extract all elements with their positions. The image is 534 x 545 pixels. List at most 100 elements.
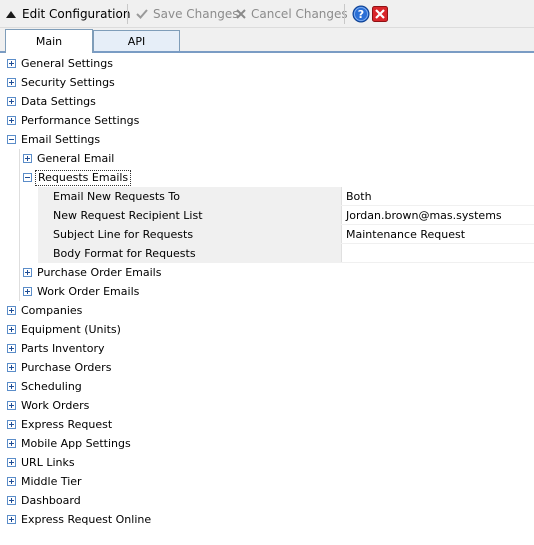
expand-icon[interactable] <box>23 154 32 163</box>
tree-item-purchase-order-emails[interactable]: Purchase Order Emails <box>23 263 161 282</box>
tree-item-purchase-orders[interactable]: Purchase Orders <box>7 358 111 377</box>
x-icon <box>236 9 246 19</box>
expand-icon[interactable] <box>7 78 16 87</box>
property-name: Subject Line for Requests <box>53 228 194 241</box>
expand-icon[interactable] <box>7 97 16 106</box>
tree-item-work-order-emails[interactable]: Work Order Emails <box>23 282 139 301</box>
collapse-icon[interactable] <box>7 135 16 144</box>
tree-item-mobile-app-settings[interactable]: Mobile App Settings <box>7 434 131 453</box>
expand-icon[interactable] <box>7 477 16 486</box>
tree-item-data-settings[interactable]: Data Settings <box>7 92 96 111</box>
tree-item-general-settings[interactable]: General Settings <box>7 54 113 73</box>
tree-item-express-request[interactable]: Express Request <box>7 415 112 434</box>
cancel-changes-button[interactable]: Cancel Changes <box>231 3 352 25</box>
tree-item-label: Email Settings <box>21 133 101 146</box>
tree-item-parts-inventory[interactable]: Parts Inventory <box>7 339 104 358</box>
tree-item-label: Work Order Emails <box>37 285 140 298</box>
tree-item-label: Equipment (Units) <box>21 323 121 336</box>
save-changes-button[interactable]: Save Changes <box>131 3 242 25</box>
property-value-cell[interactable]: Maintenance Request <box>343 225 534 243</box>
property-name: Email New Requests To <box>53 190 180 203</box>
tree-item-scheduling[interactable]: Scheduling <box>7 377 82 396</box>
expand-icon[interactable] <box>7 496 16 505</box>
tree-item-express-request-online[interactable]: Express Request Online <box>7 510 151 529</box>
property-row-email-new-requests-to[interactable]: Email New Requests To Both <box>38 187 534 206</box>
tree-item-security-settings[interactable]: Security Settings <box>7 73 115 92</box>
tree-item-url-links[interactable]: URL Links <box>7 453 75 472</box>
property-name: Body Format for Requests <box>53 247 196 260</box>
tree-item-label: Purchase Orders <box>21 361 112 374</box>
property-name-cell: New Request Recipient List <box>38 206 342 224</box>
tree-item-label: Scheduling <box>21 380 82 393</box>
tab-main-label: Main <box>35 35 63 48</box>
expand-icon[interactable] <box>7 306 16 315</box>
property-value: Both <box>346 190 372 203</box>
tree-item-label: Middle Tier <box>21 475 82 488</box>
expand-icon[interactable] <box>7 401 16 410</box>
tree-item-label: Performance Settings <box>21 114 140 127</box>
tree-indent-guide <box>19 149 20 301</box>
tree-item-label: Companies <box>21 304 83 317</box>
tree-item-general-email[interactable]: General Email <box>23 149 114 168</box>
property-name: New Request Recipient List <box>53 209 203 222</box>
svg-text:?: ? <box>358 8 364 21</box>
tree-item-email-settings[interactable]: Email Settings <box>7 130 100 149</box>
property-value: Jordan.brown@mas.systems <box>346 209 502 222</box>
expand-icon[interactable] <box>23 268 32 277</box>
tree-item-equipment[interactable]: Equipment (Units) <box>7 320 121 339</box>
property-value-cell[interactable]: Jordan.brown@mas.systems <box>343 206 534 224</box>
tree-item-label: Purchase Order Emails <box>37 266 162 279</box>
property-name-cell: Subject Line for Requests <box>38 225 342 243</box>
edit-configuration-label: Edit Configuration <box>22 7 131 21</box>
tree-item-dashboard[interactable]: Dashboard <box>7 491 81 510</box>
property-value-cell[interactable]: Both <box>343 187 534 205</box>
close-button[interactable] <box>368 3 392 25</box>
expand-icon[interactable] <box>7 515 16 524</box>
tab-main[interactable]: Main <box>5 29 93 53</box>
toolbar-separator <box>344 4 345 24</box>
tree-item-label: Express Request <box>21 418 113 431</box>
expand-icon[interactable] <box>7 439 16 448</box>
tree-item-label: General Settings <box>21 57 113 70</box>
cancel-changes-label: Cancel Changes <box>251 7 348 21</box>
expand-icon[interactable] <box>7 382 16 391</box>
tree-item-label: Dashboard <box>21 494 81 507</box>
edit-configuration-button[interactable]: Edit Configuration <box>2 3 134 25</box>
tree-item-middle-tier[interactable]: Middle Tier <box>7 472 82 491</box>
expand-icon[interactable] <box>7 363 16 372</box>
tree-item-label: Work Orders <box>21 399 90 412</box>
expand-icon[interactable] <box>7 116 16 125</box>
expand-icon[interactable] <box>7 325 16 334</box>
tree-item-label: General Email <box>37 152 115 165</box>
collapse-up-icon <box>6 10 16 18</box>
tab-api[interactable]: API <box>93 30 180 51</box>
property-row-new-request-recipient-list[interactable]: New Request Recipient List Jordan.brown@… <box>38 206 534 225</box>
tree-item-label: Express Request Online <box>21 513 152 526</box>
toolbar: Edit Configuration Save Changes Cancel C… <box>0 0 534 28</box>
property-row-subject-line-for-requests[interactable]: Subject Line for Requests Maintenance Re… <box>38 225 534 244</box>
tree-item-requests-emails[interactable]: Requests Emails <box>23 168 132 187</box>
toolbar-separator <box>127 4 128 24</box>
tree-item-label: Data Settings <box>21 95 96 108</box>
expand-icon[interactable] <box>23 287 32 296</box>
collapse-icon[interactable] <box>23 173 32 182</box>
expand-icon[interactable] <box>7 420 16 429</box>
close-icon <box>372 6 388 22</box>
tree-item-companies[interactable]: Companies <box>7 301 82 320</box>
checkmark-icon <box>136 9 148 19</box>
expand-icon[interactable] <box>7 344 16 353</box>
tree-item-label: URL Links <box>21 456 75 469</box>
tree-item-work-orders[interactable]: Work Orders <box>7 396 89 415</box>
property-name-cell: Email New Requests To <box>38 187 342 205</box>
tree-item-label: Security Settings <box>21 76 115 89</box>
tree-item-label: Mobile App Settings <box>21 437 131 450</box>
expand-icon[interactable] <box>7 59 16 68</box>
property-value-cell[interactable] <box>343 244 534 262</box>
tab-api-label: API <box>127 34 146 48</box>
property-row-body-format-for-requests[interactable]: Body Format for Requests <box>38 244 534 263</box>
property-value: Maintenance Request <box>346 228 466 241</box>
save-changes-label: Save Changes <box>153 7 239 21</box>
tree-item-label: Requests Emails <box>35 169 132 186</box>
tree-item-performance-settings[interactable]: Performance Settings <box>7 111 139 130</box>
expand-icon[interactable] <box>7 458 16 467</box>
